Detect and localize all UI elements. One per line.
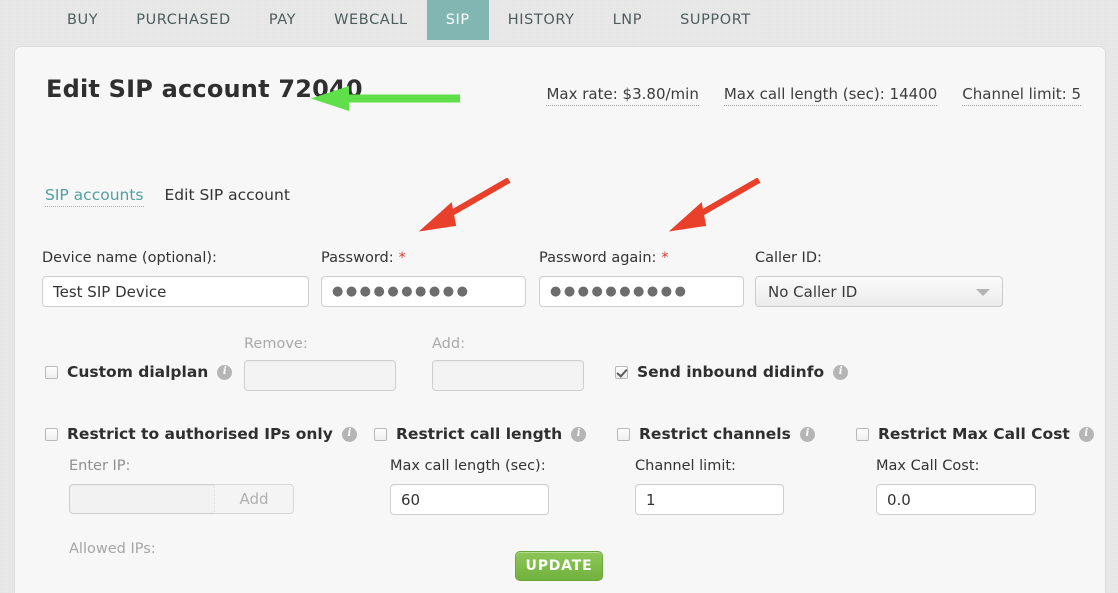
meta-channel-limit: Channel limit: 5: [962, 85, 1081, 106]
password-field-group: Password: * ●●●●●●●●●●: [321, 250, 526, 307]
password-again-input[interactable]: ●●●●●●●●●●: [539, 276, 744, 307]
send-inbound-didinfo-checkbox[interactable]: [615, 365, 628, 379]
info-icon[interactable]: i: [833, 364, 849, 380]
restrict-channels-label: Restrict channels: [639, 425, 791, 443]
nav-tab-lnp[interactable]: LNP: [594, 0, 661, 40]
page-title: Edit SIP account 72040: [46, 75, 363, 103]
enter-ip-label: Enter IP:: [69, 458, 131, 474]
nav-tab-buy[interactable]: BUY: [48, 0, 117, 40]
caller-id-label: Caller ID:: [755, 250, 822, 266]
nav-tab-support[interactable]: SUPPORT: [661, 0, 770, 40]
enter-ip-input-group: Add: [69, 484, 294, 514]
breadcrumb-edit-sip-account: Edit SIP account: [164, 186, 290, 204]
nav-tab-pay[interactable]: PAY: [250, 0, 315, 40]
custom-dialplan-checkbox-row[interactable]: Custom dialplan i: [45, 363, 233, 381]
channel-limit-field-group: Channel limit: 1: [635, 458, 784, 515]
max-call-cost-field-group: Max Call Cost: 0.0: [876, 458, 1036, 515]
info-icon[interactable]: i: [571, 426, 587, 442]
content-panel: Edit SIP account 72040 Max rate: $3.80/m…: [14, 46, 1106, 593]
restrict-call-length-checkbox-row[interactable]: Restrict call length i: [374, 425, 587, 443]
password-again-required-marker: *: [661, 250, 669, 266]
enter-ip-field-group: Enter IP: Add Allowed IPs:: [69, 458, 294, 557]
caller-id-select[interactable]: No Caller ID: [755, 276, 1003, 307]
restrict-max-call-cost-checkbox[interactable]: [856, 427, 869, 441]
info-icon[interactable]: i: [1078, 426, 1094, 442]
allowed-ips-label: Allowed IPs:: [69, 541, 156, 557]
device-name-label: Device name (optional):: [42, 250, 217, 266]
chevron-down-icon: [976, 288, 990, 296]
channel-limit-label: Channel limit:: [635, 458, 736, 474]
info-icon[interactable]: i: [341, 426, 357, 442]
meta-max-rate: Max rate: $3.80/min: [546, 85, 699, 106]
breadcrumb-sip-accounts[interactable]: SIP accounts: [45, 186, 144, 207]
restrict-max-call-cost-checkbox-row[interactable]: Restrict Max Call Cost i: [856, 425, 1094, 443]
password-again-field-group: Password again: * ●●●●●●●●●●: [539, 250, 744, 307]
send-inbound-didinfo-label: Send inbound didinfo: [637, 363, 825, 381]
add-ip-button[interactable]: Add: [214, 484, 294, 514]
account-limits: Max rate: $3.80/min Max call length (sec…: [546, 85, 1081, 106]
caller-id-field-group: Caller ID: No Caller ID: [755, 250, 1003, 307]
main-navigation: BUY PURCHASED PAY WEBCALL SIP HISTORY LN…: [0, 0, 1118, 40]
enter-ip-input[interactable]: [69, 484, 214, 514]
app-root: BUY PURCHASED PAY WEBCALL SIP HISTORY LN…: [0, 0, 1118, 593]
password-input[interactable]: ●●●●●●●●●●: [321, 276, 526, 307]
restrict-channels-checkbox[interactable]: [617, 427, 630, 441]
password-again-label: Password again:: [539, 250, 657, 266]
max-call-length-label: Max call length (sec):: [390, 458, 546, 474]
max-call-cost-label: Max Call Cost:: [876, 458, 980, 474]
dialplan-add-field-group: Add:: [432, 336, 584, 391]
dialplan-add-label: Add:: [432, 336, 465, 352]
max-call-length-input[interactable]: 60: [390, 484, 549, 515]
nav-tab-purchased[interactable]: PURCHASED: [117, 0, 250, 40]
restrict-channels-checkbox-row[interactable]: Restrict channels i: [617, 425, 815, 443]
channel-limit-input[interactable]: 1: [635, 484, 784, 515]
custom-dialplan-label: Custom dialplan: [67, 363, 209, 381]
custom-dialplan-checkbox[interactable]: [45, 365, 58, 379]
dialplan-remove-field-group: Remove:: [244, 336, 396, 391]
meta-max-call-length: Max call length (sec): 14400: [723, 85, 938, 106]
max-call-length-field-group: Max call length (sec): 60: [390, 458, 549, 515]
password-required-marker: *: [398, 250, 406, 266]
restrict-ips-checkbox[interactable]: [45, 427, 58, 441]
device-name-input[interactable]: Test SIP Device: [42, 276, 309, 307]
password-label: Password:: [321, 250, 394, 266]
caller-id-selected-value: No Caller ID: [768, 282, 858, 301]
restrict-call-length-checkbox[interactable]: [374, 427, 387, 441]
send-inbound-didinfo-checkbox-row[interactable]: Send inbound didinfo i: [615, 363, 849, 381]
page-header: Edit SIP account 72040 Max rate: $3.80/m…: [15, 47, 1105, 117]
nav-tab-sip[interactable]: SIP: [426, 0, 489, 40]
device-name-field-group: Device name (optional): Test SIP Device: [42, 250, 309, 307]
nav-tab-webcall[interactable]: WEBCALL: [315, 0, 427, 40]
nav-list: BUY PURCHASED PAY WEBCALL SIP HISTORY LN…: [0, 0, 1118, 40]
breadcrumb: SIP accounts Edit SIP account: [45, 186, 290, 207]
update-button[interactable]: UPDATE: [515, 551, 603, 581]
nav-tab-history[interactable]: HISTORY: [489, 0, 594, 40]
dialplan-remove-label: Remove:: [244, 336, 308, 352]
restrict-max-call-cost-label: Restrict Max Call Cost: [878, 425, 1070, 443]
dialplan-add-input[interactable]: [432, 360, 584, 391]
dialplan-remove-input[interactable]: [244, 360, 396, 391]
info-icon[interactable]: i: [799, 426, 815, 442]
restrict-call-length-label: Restrict call length: [396, 425, 563, 443]
max-call-cost-input[interactable]: 0.0: [876, 484, 1036, 515]
restrict-ips-label: Restrict to authorised IPs only: [67, 425, 333, 443]
info-icon[interactable]: i: [217, 364, 233, 380]
restrict-ips-checkbox-row[interactable]: Restrict to authorised IPs only i: [45, 425, 357, 443]
